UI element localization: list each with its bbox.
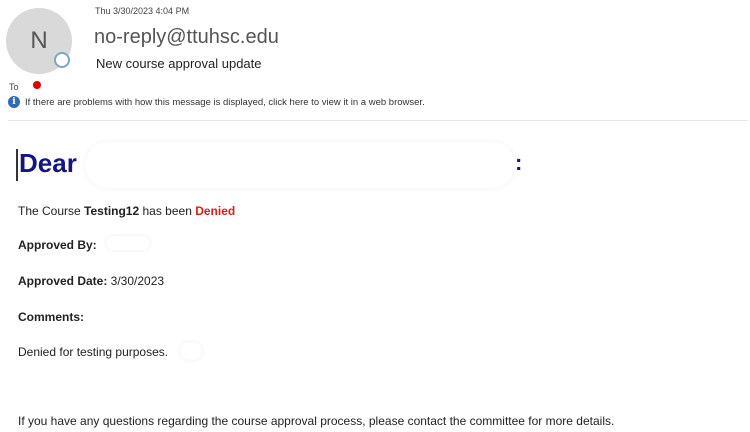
comment-redacted: [180, 342, 202, 360]
header-divider: [8, 120, 748, 121]
comments-label: Comments:: [18, 310, 85, 324]
comments-value: Denied for testing purposes.: [18, 345, 169, 359]
message-timestamp: Thu 3/30/2023 4:04 PM: [95, 6, 190, 16]
approver-redacted: [106, 236, 150, 250]
greeting-colon: :: [515, 150, 523, 175]
info-icon: i: [8, 96, 20, 108]
footer-text: If you have any questions regarding the …: [18, 414, 615, 428]
recipient-status-icon: [33, 81, 41, 89]
greeting: Dear: [19, 148, 77, 178]
approved-date-label: Approved Date:: [18, 274, 108, 288]
course-middle: has been: [139, 204, 196, 218]
approved-date-value: 3/30/2023: [107, 274, 165, 288]
course-name: Testing12: [84, 204, 140, 218]
recipient-redacted[interactable]: [44, 78, 156, 92]
to-label: To: [9, 82, 19, 92]
text-cursor: [16, 149, 18, 181]
approved-date-line: Approved Date: 3/30/2023: [18, 274, 164, 288]
message-subject: New course approval update: [96, 56, 262, 71]
course-prefix: The Course: [18, 204, 85, 218]
recipient-name-redacted: [85, 142, 515, 188]
course-status-line: The Course Testing12 has been Denied: [18, 204, 235, 218]
view-in-browser-link[interactable]: If there are problems with how this mess…: [25, 97, 425, 108]
sender-address[interactable]: no-reply@ttuhsc.edu: [94, 26, 279, 49]
course-status-badge: Denied: [195, 204, 236, 218]
approved-by-label: Approved By:: [18, 238, 97, 252]
avatar-initial: N: [30, 27, 48, 54]
presence-status-icon: [54, 52, 70, 68]
